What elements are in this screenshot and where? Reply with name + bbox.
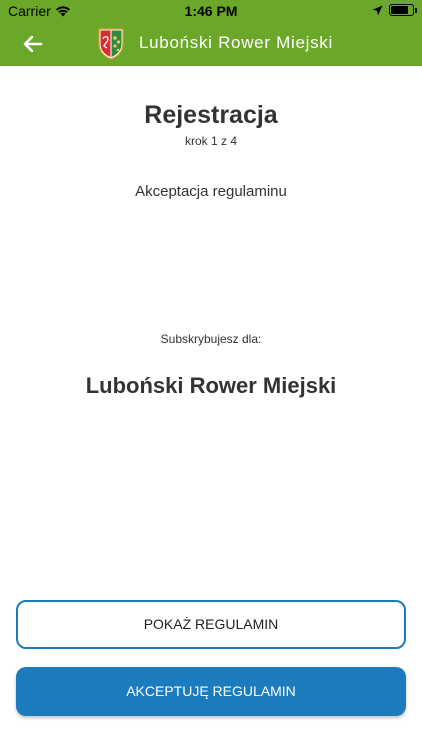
step-indicator: krok 1 z 4 (184, 134, 238, 148)
nav-title: Luboński Rower Miejski (139, 33, 333, 52)
status-right (372, 4, 417, 16)
city-coat-of-arms-logo (98, 28, 124, 60)
subscribe-label: Subskrybujesz dla: (160, 332, 262, 346)
accept-terms-button[interactable]: AKCEPTUJĘ REGULAMIN (16, 667, 406, 716)
status-time: 1:46 PM (184, 3, 238, 19)
section-label: Akceptacja regulaminu (135, 183, 287, 200)
battery-icon (389, 4, 417, 16)
system-name: Luboński Rower Miejski (85, 373, 337, 398)
battery-level (391, 6, 408, 14)
location-arrow-icon (372, 5, 383, 15)
status-bar: Carrier 1:46 PM (0, 0, 422, 22)
arrow-left-icon[interactable] (20, 31, 46, 57)
page-title: Rejestracja (144, 101, 278, 129)
show-terms-button[interactable]: POKAŻ REGULAMIN (16, 600, 406, 649)
nav-bar: Luboński Rower Miejski (0, 22, 422, 66)
